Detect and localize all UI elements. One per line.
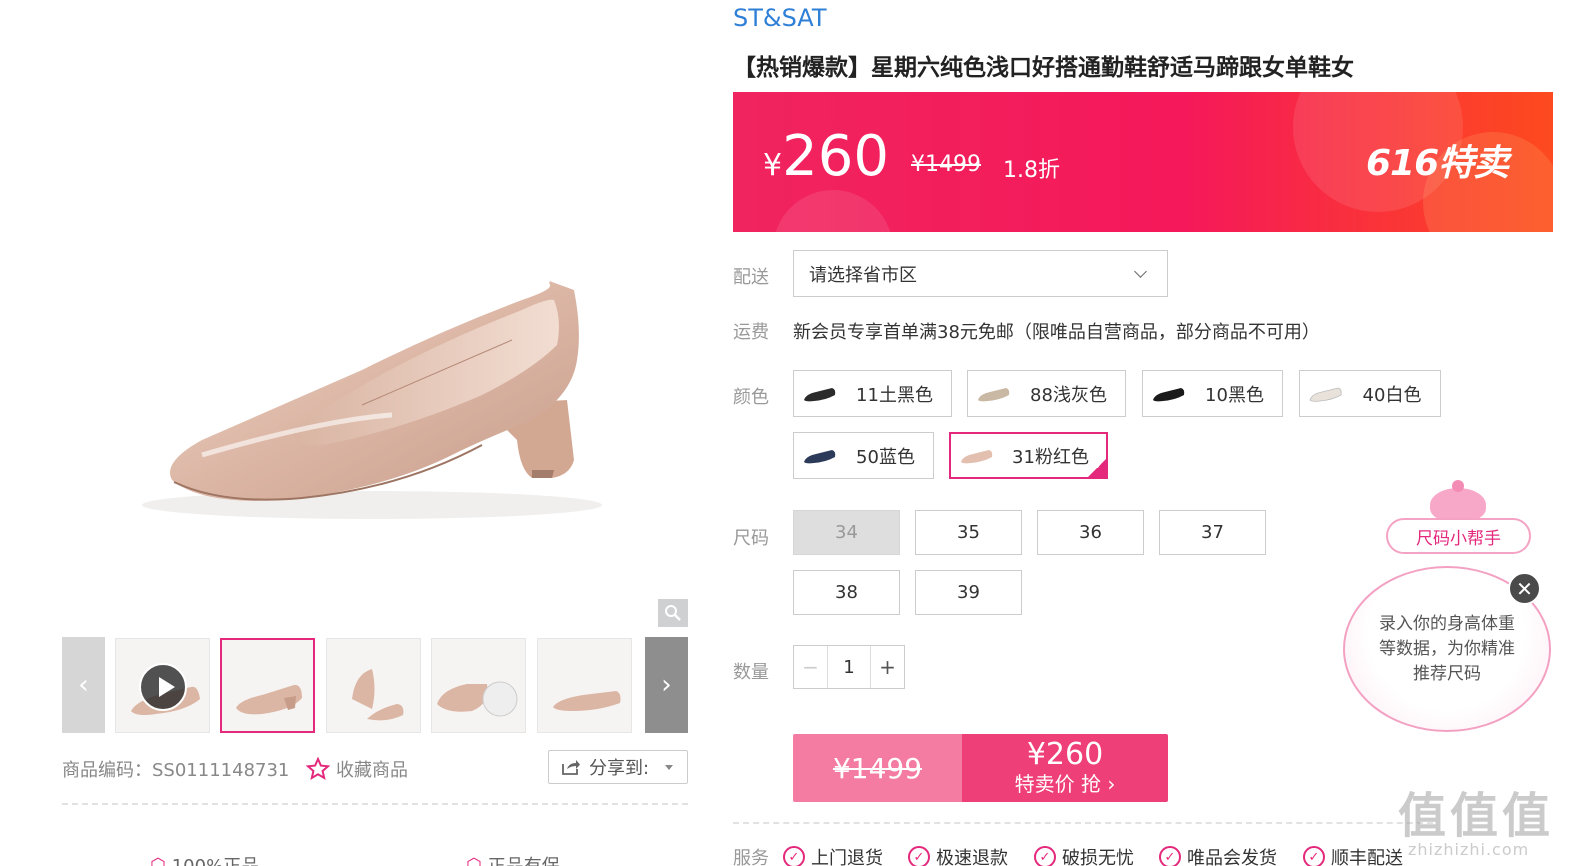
thumb-prev-button[interactable]: ‹: [62, 637, 105, 733]
divider: [62, 803, 688, 805]
size-helper-tab[interactable]: 尺码小帮手: [1386, 518, 1531, 554]
size-option[interactable]: 35: [915, 510, 1022, 555]
shield-icon: ⬡: [466, 854, 482, 866]
size-label: 尺码: [733, 528, 769, 549]
thumbnail-item[interactable]: [326, 638, 421, 733]
thumb-next-button[interactable]: ›: [645, 637, 688, 733]
color-option[interactable]: 50蓝色: [793, 432, 934, 479]
quantity-stepper: − 1 +: [793, 645, 905, 689]
share-dropdown[interactable]: 分享到:: [548, 750, 688, 784]
share-icon: [562, 760, 580, 775]
delivery-label: 配送: [733, 267, 769, 288]
zoom-button[interactable]: [658, 599, 688, 627]
color-swatch-image: [961, 449, 993, 463]
buy-original-price: ¥1499: [793, 734, 962, 802]
brand-link[interactable]: ST&SAT: [733, 4, 827, 32]
chevron-left-icon: ‹: [78, 670, 89, 700]
shipping-text: 新会员专享首单满38元免邮（限唯品自营商品，部分商品不可用）: [793, 322, 1320, 343]
product-meta-row: 商品编码：SS0111148731 收藏商品 分享到:: [62, 750, 688, 784]
color-option-selected[interactable]: 31粉红色: [949, 432, 1108, 479]
service-item: ✓ 极速退款: [908, 844, 1008, 866]
shipping-label: 运费: [733, 322, 769, 343]
size-option[interactable]: 39: [915, 570, 1022, 615]
divider: [733, 822, 1433, 824]
service-item: ✓ 破损无忧: [1034, 844, 1134, 866]
color-option[interactable]: 40白色: [1299, 370, 1441, 417]
caret-down-icon: [665, 764, 674, 770]
service-item: ✓ 顺丰配送: [1303, 844, 1403, 866]
close-icon[interactable]: ✕: [1508, 572, 1541, 605]
color-option[interactable]: 10黑色: [1142, 370, 1283, 417]
thumb-shoe-image: [352, 669, 404, 721]
buy-price: ¥260: [1026, 737, 1104, 772]
color-option[interactable]: 88浅灰色: [967, 370, 1126, 417]
current-price: ¥260: [763, 124, 889, 189]
color-swatch-image: [978, 387, 1010, 401]
service-item: ✓ 唯品会发货: [1159, 844, 1277, 866]
product-title: 【热销爆款】星期六纯色浅口好搭通勤鞋舒适马蹄跟女单鞋女: [733, 55, 1354, 81]
selected-check-icon: [1087, 458, 1107, 478]
quantity-value[interactable]: 1: [828, 646, 870, 688]
color-option[interactable]: 11土黑色: [793, 370, 952, 417]
size-option[interactable]: 38: [793, 570, 900, 615]
discount-label: 1.8折: [1003, 158, 1060, 183]
service-item: ✓ 上门退货: [783, 844, 883, 866]
guarantee-item: ⬡ 正品有保: [466, 852, 560, 866]
color-label: 颜色: [733, 387, 769, 408]
buy-button[interactable]: ¥1499 ¥260 特卖价 抢 ›: [793, 734, 1168, 802]
check-circle-icon: ✓: [1034, 846, 1056, 866]
color-swatch-image: [1309, 387, 1342, 402]
watermark: 值值值 zhizhizhi.com: [1398, 788, 1555, 859]
shoe-image: [142, 281, 602, 519]
size-helper-message: 录入你的身高体重等数据，为你精准推荐尺码: [1379, 613, 1515, 684]
thumbnail-item[interactable]: [220, 638, 315, 733]
guarantee-label: 100%正品: [172, 852, 259, 866]
thumbnail-strip: ‹ ›: [62, 637, 688, 733]
thumb-shoe-image: [437, 681, 518, 717]
check-circle-icon: ✓: [783, 846, 805, 866]
thumbnail-item[interactable]: [537, 638, 632, 733]
check-circle-icon: ✓: [1159, 846, 1181, 866]
favorite-button[interactable]: 收藏商品: [306, 756, 408, 782]
thumbnail-item[interactable]: [431, 638, 526, 733]
chevron-down-icon: [1134, 265, 1147, 278]
buy-action-label: 特卖价 抢 ›: [1014, 772, 1116, 796]
thumb-shoe-image: [236, 684, 302, 715]
thumb-shoe-image: [553, 691, 621, 711]
guarantee-label: 正品有保: [488, 852, 560, 866]
share-label: 分享到:: [589, 758, 650, 779]
guarantee-item: ⬡ 100%正品: [150, 852, 259, 866]
region-placeholder: 请选择省市区: [809, 264, 917, 286]
size-option-disabled: 34: [793, 510, 900, 555]
size-option[interactable]: 37: [1159, 510, 1266, 555]
quantity-label: 数量: [733, 662, 769, 683]
region-select[interactable]: 请选择省市区: [793, 250, 1168, 297]
check-circle-icon: ✓: [908, 846, 930, 866]
check-circle-icon: ✓: [1303, 846, 1325, 866]
price-banner: ¥260 ¥1499 1.8折 616特卖: [733, 92, 1553, 232]
favorite-label: 收藏商品: [336, 760, 408, 781]
product-main-image[interactable]: [62, 0, 688, 632]
shield-icon: ⬡: [150, 854, 166, 866]
play-icon: [139, 663, 187, 711]
color-swatch-image: [1153, 387, 1185, 401]
star-icon: [306, 757, 330, 781]
thumbnail-video[interactable]: [115, 638, 210, 733]
magnifier-icon: [665, 605, 681, 621]
buy-action: ¥260 特卖价 抢 ›: [962, 734, 1168, 802]
promo-tag: 616特卖: [1366, 143, 1509, 184]
color-swatch-image: [804, 387, 836, 401]
service-label: 服务: [733, 848, 769, 866]
decrease-button[interactable]: −: [794, 646, 828, 688]
mascot-icon: [1430, 480, 1486, 522]
product-code: 商品编码：SS0111148731: [62, 760, 290, 781]
increase-button[interactable]: +: [870, 646, 904, 688]
chevron-right-icon: ›: [661, 670, 672, 700]
color-swatch-image: [804, 449, 836, 463]
size-option[interactable]: 36: [1037, 510, 1144, 555]
original-price: ¥1499: [911, 152, 981, 177]
